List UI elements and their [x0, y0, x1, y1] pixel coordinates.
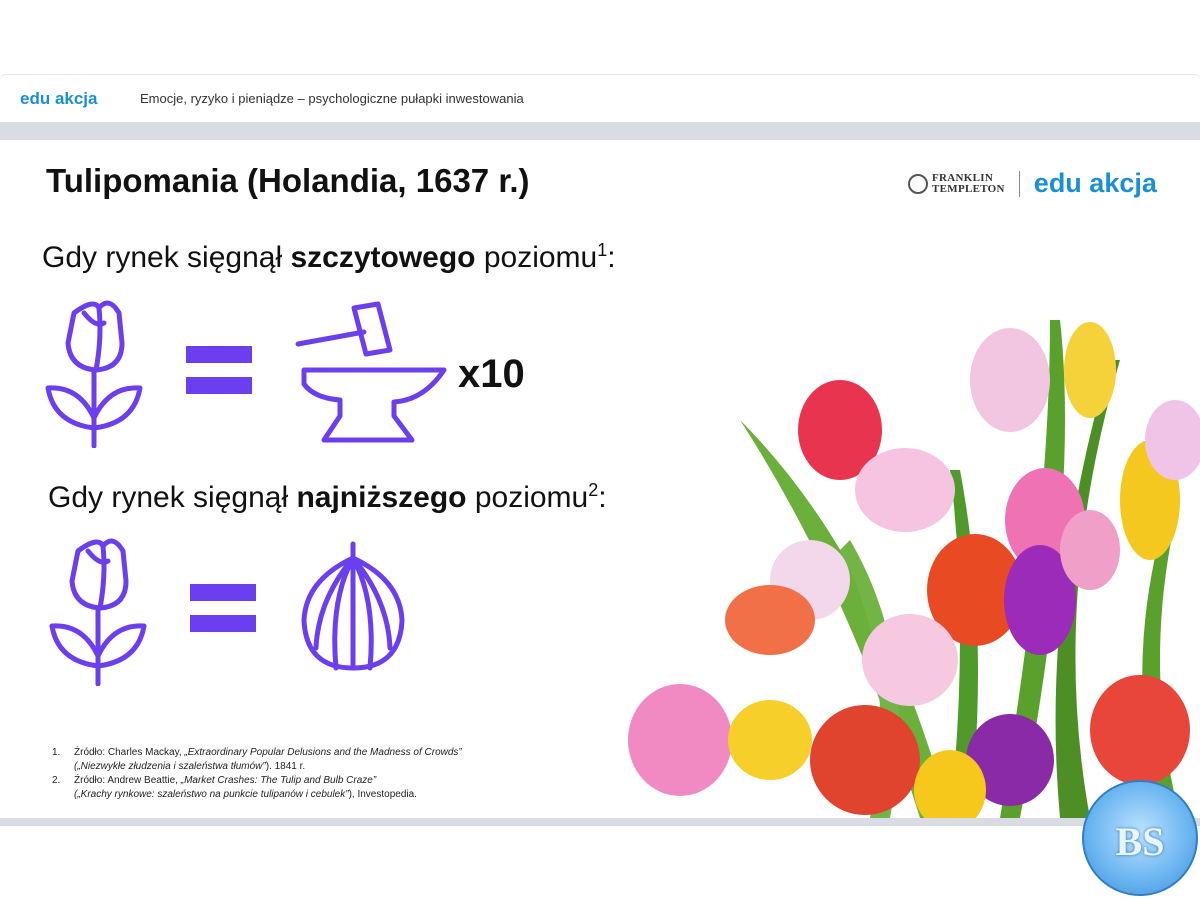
footnote-number: 2. [52, 775, 61, 786]
tulip-bulb-icon [301, 541, 405, 671]
footnote-translation: („Niezwykłe złudzenia i szaleństwa tłumó… [74, 761, 266, 772]
tulip-bouquet-photo [628, 320, 1200, 818]
peak-caption: Gdy rynek sięgnął szczytowego poziomu1: [42, 240, 616, 275]
brand-logos: FRANKLIN TEMPLETON edu akcja [908, 168, 1157, 199]
footnote-2: 2. Źródło: Andrew Beattie, „Market Crash… [52, 774, 462, 802]
equals-icon [186, 346, 252, 394]
low-colon: : [598, 481, 607, 514]
peak-suffix: poziomu [475, 241, 598, 274]
footnote-1: 1. Źródło: Charles Mackay, „Extraordinar… [52, 746, 462, 774]
logo-divider [1018, 170, 1020, 197]
peak-bold: szczytowego [290, 241, 476, 274]
eduakcja-logo-text: edu akcja [20, 89, 98, 108]
footnotes: 1. Źródło: Charles Mackay, „Extraordinar… [52, 746, 462, 802]
eduakcja-logo[interactable]: edu akcja [20, 87, 98, 111]
viewer-band-bottom [0, 818, 1200, 826]
low-caption: Gdy rynek sięgnął najniższego poziomu2: [48, 480, 607, 515]
footnote-text: Źródło: Charles Mackay, [74, 747, 185, 758]
eduakcja-slide-logo: edu akcja [1033, 168, 1157, 198]
anvil-hammer-icon [295, 301, 447, 443]
multiplier-label: x10 [458, 352, 525, 396]
footnote-title: „Market Crashes: The Tulip and Bulb Craz… [180, 775, 377, 786]
top-bar: edu akcja Emocje, ryzyko i pieniądze – p… [0, 74, 1200, 123]
slide-title: Tulipomania (Holandia, 1637 r.) [46, 162, 530, 199]
school-badge-logo: BS [1082, 780, 1198, 896]
tulip-icon [45, 300, 143, 448]
low-bold: najniższego [296, 481, 467, 514]
viewer-band-top [0, 122, 1200, 140]
peak-colon: : [607, 241, 616, 274]
equals-icon [190, 584, 256, 632]
low-suffix: poziomu [466, 481, 589, 514]
low-prefix: Gdy rynek sięgnął [48, 481, 297, 514]
footnote-title: „Extraordinary Popular Delusions and the… [184, 747, 462, 758]
peak-prefix: Gdy rynek sięgnął [42, 241, 291, 274]
footnote-text: Źródło: Andrew Beattie, [74, 775, 181, 786]
franklin-templeton-logo: FRANKLIN TEMPLETON [908, 172, 1005, 195]
badge-initials: BS [1115, 819, 1165, 864]
franklin-line2: TEMPLETON [932, 182, 1005, 195]
footnote-number: 1. [52, 747, 61, 758]
tulip-icon [49, 538, 147, 686]
low-footnote-ref: 2 [588, 480, 599, 500]
footnote-year: ). 1841 r. [265, 761, 306, 772]
franklin-seal-icon [908, 173, 928, 194]
slide: Tulipomania (Holandia, 1637 r.) FRANKLIN… [0, 140, 1200, 818]
footnote-source: ), Investopedia. [348, 789, 417, 800]
window-title: Emocje, ryzyko i pieniądze – psychologic… [140, 91, 524, 106]
footnote-translation: („Krachy rynkowe: szaleństwo na punkcie … [74, 789, 349, 800]
peak-footnote-ref: 1 [597, 240, 608, 260]
